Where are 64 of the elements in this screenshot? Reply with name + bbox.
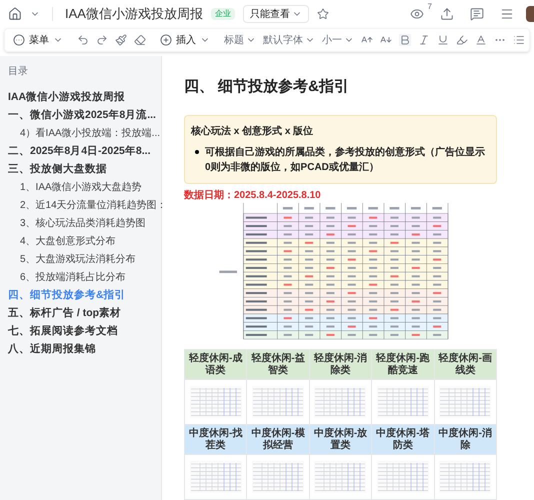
outline-item[interactable]: 八、近期周报集锦 <box>0 342 96 357</box>
outline-item[interactable]: 一、微信小游戏2025年8月流... <box>0 108 156 123</box>
table-thumbnail-drawing <box>252 386 304 418</box>
table-thumbnail-drawing <box>439 386 492 418</box>
comment-icon[interactable] <box>470 7 484 21</box>
outline-item[interactable]: 1、IAA微信小游戏大盘趋势 <box>0 180 142 195</box>
category-header: 中度休闲-消除 <box>434 425 497 455</box>
redo-icon[interactable] <box>96 34 108 46</box>
category-header: 中度休闲-找茬类 <box>185 425 248 455</box>
document-title: IAA微信小游戏投放周报 <box>65 5 203 24</box>
plus-circle-icon <box>160 34 172 46</box>
eraser-icon[interactable] <box>134 34 146 46</box>
table-thumbnail-drawing <box>376 461 429 493</box>
home-icon[interactable] <box>8 7 22 21</box>
italic-icon[interactable] <box>418 34 430 46</box>
section-heading: 四、 细节投放参考&指引 <box>184 77 350 97</box>
table-thumbnail-drawing <box>314 386 366 418</box>
outline-title: 目录 <box>7 65 29 79</box>
category-header: 中度休闲-放置类 <box>310 425 372 455</box>
category-header: 轻度休闲-画线类 <box>434 350 497 380</box>
bold-icon[interactable] <box>399 34 411 46</box>
category-header: 轻度休闲-消除类 <box>310 350 372 380</box>
format-painter-icon[interactable] <box>115 34 127 46</box>
date-range: 数据日期：2025.8.4-2025.8.10 <box>184 188 322 202</box>
category-header: 轻度休闲-跑酷竞速 <box>372 350 435 380</box>
undo-icon[interactable] <box>77 34 89 46</box>
underline-icon[interactable] <box>437 34 449 46</box>
category-header: 中度休闲-塔防类 <box>372 425 435 455</box>
category-header: 轻度休闲-益智类 <box>247 350 310 380</box>
outline-item[interactable]: 五、标杆广告 / top素材 <box>0 306 122 321</box>
outline-item[interactable]: IAA微信小游戏投放周报 <box>0 90 126 105</box>
callout-title: 核心玩法 x 创意形式 x 版位 <box>191 124 314 138</box>
category-header: 中度休闲-模拟经营 <box>247 425 310 455</box>
table-thumbnail-drawing <box>252 461 304 493</box>
outline-item[interactable]: 4）看IAA微小投放端：投放端... <box>0 126 160 141</box>
outline-item[interactable]: 3、核心玩法品类消耗趋势图 <box>0 216 146 231</box>
menu-circle-icon <box>13 34 25 46</box>
insert-button[interactable]: 插入 <box>160 32 210 48</box>
viewer-count: 7 <box>428 1 432 13</box>
bullet-icon <box>195 150 199 154</box>
font-color-icon[interactable] <box>475 34 487 46</box>
outline-item[interactable]: 5、大盘游戏玩法消耗分布 <box>0 252 136 267</box>
enterprise-badge: 企业 <box>210 8 235 20</box>
view-mode-dropdown[interactable]: 只能查看 <box>242 5 309 23</box>
table-thumbnail-drawing <box>190 461 242 493</box>
table-thumbnail-drawing <box>314 461 366 493</box>
avatar[interactable] <box>526 6 534 22</box>
highlight-icon[interactable] <box>456 34 468 46</box>
callout-text: 可根据自己游戏的所属品类，参考投放的创意形式（广告位显示0则为非微的版位，如PCAD或优量汇） <box>205 145 486 174</box>
viewers-icon[interactable] <box>410 7 424 21</box>
table-thumbnail-drawing <box>439 461 492 493</box>
outline-item[interactable]: 2、近14天分流量位消耗趋势图： <box>0 198 167 213</box>
share-icon[interactable] <box>440 7 454 21</box>
table-thumbnail-drawing <box>376 386 429 418</box>
outline-item[interactable]: 二、2025年8月4日-2025年8... <box>0 144 150 159</box>
table-thumbnail-drawing <box>190 386 242 418</box>
menu-button[interactable]: 菜单 <box>13 32 63 48</box>
menu-icon[interactable] <box>500 7 514 21</box>
outline-item[interactable]: 4、大盘创意形式分布 <box>0 234 116 249</box>
star-icon[interactable] <box>316 8 329 20</box>
outline-item[interactable]: 6、投放端消耗占比分布 <box>0 270 126 285</box>
outline-item[interactable]: 三、投放侧大盘数据 <box>0 162 107 177</box>
category-header: 轻度休闲-成语类 <box>185 350 248 380</box>
outline-item[interactable]: 七、拓展阅读参考文档 <box>0 324 118 339</box>
